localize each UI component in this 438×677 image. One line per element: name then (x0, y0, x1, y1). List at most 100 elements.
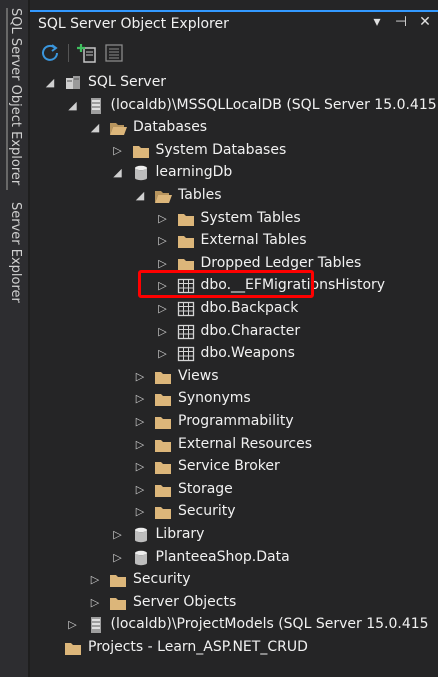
expand-arrow-icon[interactable]: ▷ (67, 618, 79, 632)
tree-item[interactable]: ▷ Synonyms (30, 388, 438, 410)
folder-icon (177, 232, 195, 250)
folder-icon (109, 571, 127, 589)
tree-item[interactable]: ◢ Databases (30, 117, 438, 139)
tree-item-label: Storage (178, 480, 233, 497)
tree-item[interactable]: ◢ learningDb (30, 162, 438, 184)
dropdown-icon[interactable]: ▾ (370, 14, 384, 30)
tree-item-label: Databases (133, 119, 208, 136)
tree-item[interactable]: ▷ External Resources (30, 434, 438, 456)
tree-item-label: External Tables (200, 232, 307, 249)
tree-item[interactable]: ▷ Service Broker (30, 456, 438, 478)
tree-item-label: Dropped Ledger Tables (200, 254, 362, 271)
collapse-arrow-icon[interactable]: ◢ (67, 99, 79, 113)
tree-item-label: Service Broker (178, 458, 280, 475)
server-icon (87, 616, 105, 634)
expand-arrow-icon[interactable]: ▷ (134, 505, 146, 519)
tree-item[interactable]: ▷ dbo.Weapons (30, 343, 438, 365)
tree-item-label: Synonyms (178, 390, 251, 407)
folder-open-icon (109, 119, 127, 137)
expand-arrow-icon[interactable]: ▷ (134, 415, 146, 429)
tree-item[interactable]: ▷ External Tables (30, 230, 438, 252)
collapse-arrow-icon[interactable]: ◢ (112, 166, 124, 180)
tree-item-label: Server Objects (133, 593, 237, 610)
tree-item[interactable]: ▷ System Tables (30, 208, 438, 230)
expand-arrow-icon[interactable]: ▷ (112, 144, 124, 158)
expand-arrow-icon[interactable]: ▷ (134, 370, 146, 384)
expand-arrow-icon[interactable]: ▷ (157, 234, 169, 248)
no-arrow (44, 641, 56, 655)
tree-item[interactable]: ▷ (localdb)\ProjectModels (SQL Server 15.… (30, 614, 438, 636)
table-icon (177, 300, 195, 318)
folder-icon (154, 413, 172, 431)
collapse-arrow-icon[interactable]: ◢ (134, 189, 146, 203)
tree-item[interactable]: ▷ Storage (30, 479, 438, 501)
tree-item-label: dbo.Backpack (200, 300, 299, 316)
expand-arrow-icon[interactable]: ▷ (134, 460, 146, 474)
toolbar-separator (68, 44, 69, 62)
expand-arrow-icon[interactable]: ▷ (157, 257, 169, 271)
tree-item[interactable]: ▷ Views (30, 366, 438, 388)
tree-item-label: Tables (178, 187, 222, 203)
folder-icon (154, 390, 172, 408)
panel-titlebar: SQL Server Object Explorer ▾ ⊣ ✕ (30, 10, 438, 38)
tree-item-label: (localdb)\MSSQLLocalDB (SQL Server 15.0.… (110, 96, 437, 113)
tree-item[interactable]: ▷ Library (30, 524, 438, 546)
tree-item[interactable]: ◢ SQL Server (30, 72, 438, 94)
tree-item[interactable]: ▷ Server Objects (30, 592, 438, 614)
tree-item[interactable]: ▷ PlanteeaShop.Data (30, 547, 438, 569)
tab-server-explorer[interactable]: Server Explorer (6, 202, 24, 306)
expand-arrow-icon[interactable]: ▷ (112, 528, 124, 542)
tree-item-label: dbo.Weapons (200, 345, 295, 362)
tab-label: SQL Server Object Explorer (8, 8, 23, 186)
refresh-icon[interactable] (39, 42, 61, 64)
expand-arrow-icon[interactable]: ▷ (134, 483, 146, 497)
expand-arrow-icon[interactable]: ▷ (157, 347, 169, 361)
tree-item-label: PlanteeaShop.Data (155, 548, 290, 565)
table-icon (177, 345, 195, 363)
close-icon[interactable]: ✕ (418, 14, 432, 30)
database-icon (132, 164, 150, 182)
expand-arrow-icon[interactable]: ▷ (157, 212, 169, 226)
folder-icon (109, 594, 127, 612)
tree-item-label: Views (178, 367, 219, 384)
panel-title: SQL Server Object Explorer (38, 16, 229, 32)
tree-item-label: System Databases (155, 141, 287, 158)
tree-item-label: SQL Server (88, 74, 167, 90)
tree-item[interactable]: Projects - Learn_ASP.NET_CRUD (30, 637, 438, 659)
expand-arrow-icon[interactable]: ▷ (112, 551, 124, 565)
folder-icon (177, 210, 195, 228)
tree-item[interactable]: ▷ dbo.Character (30, 321, 438, 343)
expand-arrow-icon[interactable]: ▷ (157, 302, 169, 316)
tree-item[interactable]: ◢ (localdb)\MSSQLLocalDB (SQL Server 15.0… (30, 95, 438, 117)
tree-item-label: Security (133, 571, 191, 588)
tab-sql-server-object-explorer[interactable]: SQL Server Object Explorer (6, 8, 24, 190)
filter-icon[interactable] (103, 42, 125, 64)
collapse-arrow-icon[interactable]: ◢ (89, 121, 101, 135)
tree-item[interactable]: ▷ Security (30, 501, 438, 523)
tree-item[interactable]: ◢ Tables (30, 185, 438, 207)
folder-open-icon (154, 187, 172, 205)
sql-server-icon (64, 74, 82, 92)
tree-item[interactable]: ▷ Security (30, 569, 438, 591)
expand-arrow-icon[interactable]: ▷ (89, 573, 101, 587)
folder-icon (154, 436, 172, 454)
tree-item-label: dbo.Character (200, 322, 301, 339)
tree-item-label: learningDb (155, 164, 233, 181)
folder-icon (154, 481, 172, 499)
pin-icon[interactable]: ⊣ (394, 14, 408, 30)
collapse-arrow-icon[interactable]: ◢ (44, 76, 56, 90)
tree-item-label: Projects - Learn_ASP.NET_CRUD (88, 639, 308, 655)
expand-arrow-icon[interactable]: ▷ (134, 438, 146, 452)
tree-item[interactable]: ▷ Programmability (30, 411, 438, 433)
toolbar (30, 40, 438, 66)
expand-arrow-icon[interactable]: ▷ (89, 596, 101, 610)
tree-item-label: Security (178, 503, 236, 520)
tree-item[interactable]: ▷ dbo.Backpack (30, 298, 438, 320)
folder-icon (132, 142, 150, 160)
expand-arrow-icon[interactable]: ▷ (134, 392, 146, 406)
add-server-icon[interactable] (77, 42, 99, 64)
tree-item[interactable]: ▷ System Databases (30, 140, 438, 162)
tree-item-label: Programmability (178, 413, 294, 429)
table-icon (177, 323, 195, 341)
expand-arrow-icon[interactable]: ▷ (157, 325, 169, 339)
